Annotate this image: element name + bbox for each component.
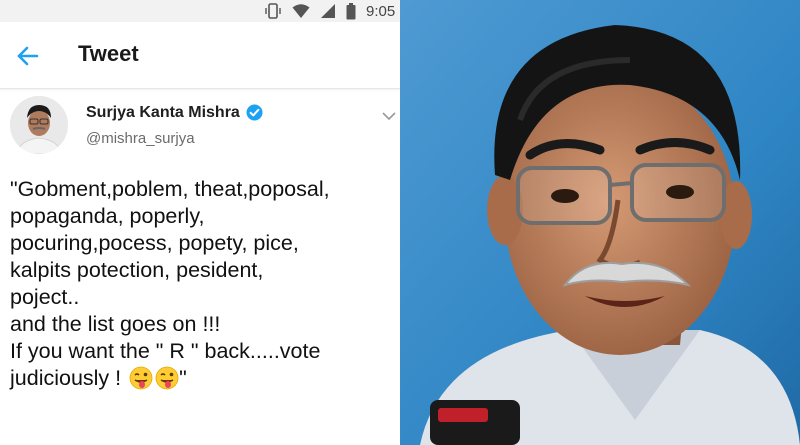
author-name[interactable]: Surjya Kanta Mishra — [86, 104, 240, 122]
tweet-line: poject.. — [10, 285, 80, 309]
tweet-author: Surjya Kanta Mishra @mishra_surjya — [0, 92, 400, 162]
tweet-line: " — [179, 366, 187, 390]
back-arrow-icon[interactable] — [14, 42, 42, 70]
tweet-line: judiciously ! — [10, 366, 122, 390]
tweet-line: "Gobment,poblem, theat,poposal, — [10, 177, 330, 201]
app-bar: Tweet — [0, 22, 400, 89]
signal-icon — [320, 3, 336, 19]
tweet-line: and the list goes on !!! — [10, 312, 221, 336]
tweet-text: "Gobment,poblem, theat,poposal, popagand… — [10, 176, 398, 397]
vibrate-icon — [264, 2, 282, 20]
author-handle[interactable]: @mishra_surjya — [86, 130, 195, 147]
tweet-line: If you want the " R " back.....vote — [10, 339, 321, 363]
battery-icon — [346, 2, 356, 20]
tweet-line: pocuring,pocess, popety, pice, — [10, 231, 299, 255]
tweet-line: popaganda, poperly, — [10, 204, 205, 228]
verified-badge-icon — [246, 104, 263, 121]
page-title: Tweet — [78, 41, 139, 66]
tweet-line: kalpits potection, pesident, — [10, 258, 264, 282]
winking-tongue-face-icon — [155, 366, 179, 397]
wifi-icon — [292, 3, 310, 19]
portrait-photo — [400, 0, 800, 445]
status-bar: 9:05 — [0, 0, 400, 22]
tweet-last-line: judiciously ! " — [10, 365, 398, 397]
winking-tongue-face-icon — [129, 366, 153, 397]
tweet-screenshot: 9:05 Tweet Surjya Kanta Mishra @mishra_s… — [0, 0, 400, 445]
chevron-down-icon[interactable] — [382, 108, 396, 121]
status-time: 9:05 — [366, 2, 396, 20]
avatar[interactable] — [10, 96, 68, 154]
